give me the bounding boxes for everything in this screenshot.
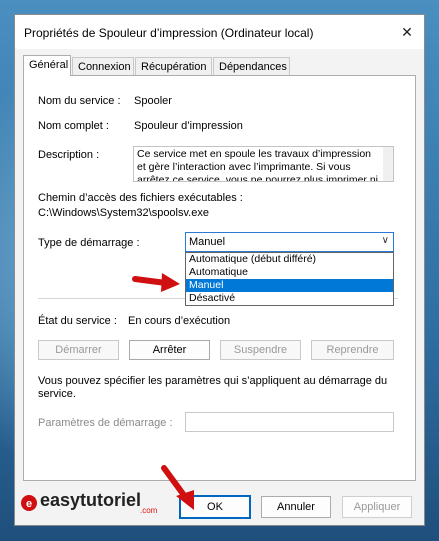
path-label: Chemin d’accès des fichiers exécutables … xyxy=(38,192,243,204)
service-name-label: Nom du service : xyxy=(38,95,121,107)
startup-option-automatic[interactable]: Automatique xyxy=(186,266,393,279)
start-button[interactable]: Démarrer xyxy=(38,340,119,360)
service-name-value: Spooler xyxy=(134,95,172,107)
close-icon[interactable]: ✕ xyxy=(396,21,418,43)
params-input[interactable] xyxy=(185,412,394,432)
watermark-suffix: .com xyxy=(140,506,158,515)
startup-type-label: Type de démarrage : xyxy=(38,237,140,249)
description-scrollbar[interactable] xyxy=(383,147,393,181)
startup-type-dropdown: Automatique (début différé) Automatique … xyxy=(185,252,394,306)
title-bar: Propriétés de Spouleur d’impression (Ord… xyxy=(15,15,424,49)
startup-option-disabled[interactable]: Désactivé xyxy=(186,292,393,305)
resume-button[interactable]: Reprendre xyxy=(311,340,394,360)
general-panel: Nom du service : Spooler Nom complet : S… xyxy=(23,75,416,481)
chevron-down-icon: ∨ xyxy=(381,235,389,246)
description-box[interactable]: Ce service met en spoule les travaux d’i… xyxy=(133,146,394,182)
pause-button[interactable]: Suspendre xyxy=(220,340,301,360)
startup-type-value: Manuel xyxy=(189,236,226,248)
display-name-value: Spouleur d’impression xyxy=(134,120,243,132)
stop-button[interactable]: Arrêter xyxy=(129,340,210,360)
status-value: En cours d’exécution xyxy=(128,315,231,327)
tab-general[interactable]: Général xyxy=(23,55,71,76)
description-line: arrêtez ce service, vous ne pourrez plus… xyxy=(137,174,379,182)
params-info: Vous pouvez spécifier les paramètres qui… xyxy=(38,375,388,387)
arrow-icon xyxy=(132,273,180,292)
logo-icon: e xyxy=(21,495,37,511)
watermark-text: easytutoriel xyxy=(40,490,142,510)
startup-option-manual[interactable]: Manuel xyxy=(186,279,393,292)
description-label: Description : xyxy=(38,149,100,161)
tab-recuperation[interactable]: Récupération xyxy=(135,57,212,75)
description-line: et gère l’interaction avec l’imprimante.… xyxy=(137,161,351,173)
cancel-button[interactable]: Annuler xyxy=(261,496,331,518)
service-properties-dialog: Propriétés de Spouleur d’impression (Ord… xyxy=(14,14,425,526)
window-title: Propriétés de Spouleur d’impression (Ord… xyxy=(24,26,314,40)
startup-option-delayed[interactable]: Automatique (début différé) xyxy=(186,253,393,266)
svg-text:e: e xyxy=(26,498,32,510)
params-label: Paramètres de démarrage : xyxy=(38,417,173,429)
path-value: C:\Windows\System32\spoolsv.exe xyxy=(38,207,209,219)
tab-connexion[interactable]: Connexion xyxy=(72,57,134,75)
tab-dependances[interactable]: Dépendances xyxy=(213,57,290,75)
display-name-label: Nom complet : xyxy=(38,120,109,132)
params-info-continued: service. xyxy=(38,388,76,400)
apply-button[interactable]: Appliquer xyxy=(342,496,412,518)
description-line: Ce service met en spoule les travaux d’i… xyxy=(137,148,372,160)
startup-type-select[interactable]: Manuel ∨ xyxy=(185,232,394,252)
status-label: État du service : xyxy=(38,315,117,327)
arrow-icon xyxy=(161,465,194,510)
